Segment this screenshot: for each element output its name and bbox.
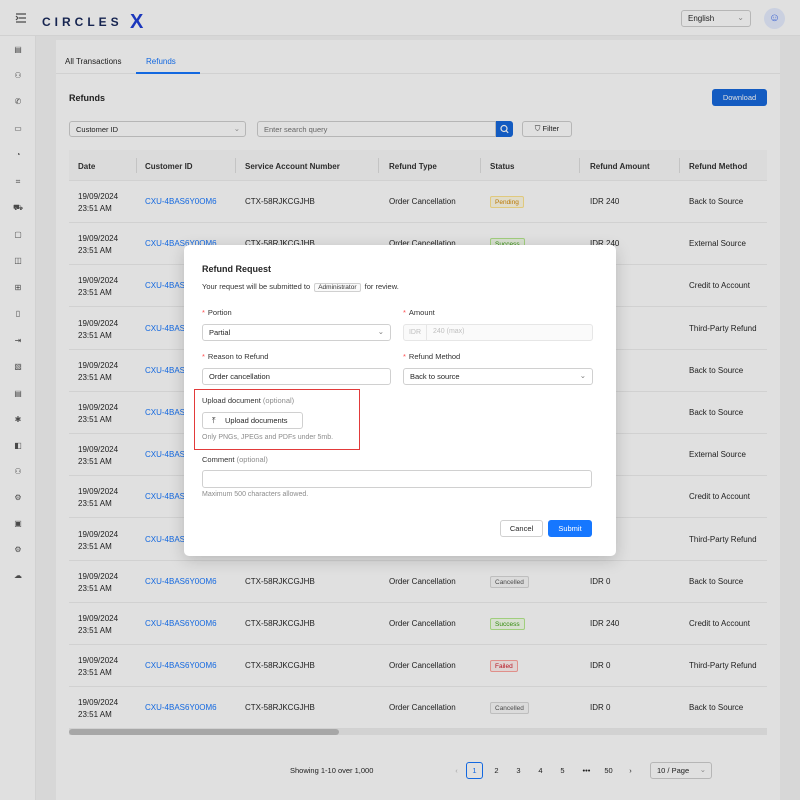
comment-label: Comment (optional): [202, 455, 268, 464]
cancel-button[interactable]: Cancel: [500, 520, 543, 537]
upload-icon: ⤒: [212, 416, 216, 425]
refund-request-modal: Refund Request Your request will be subm…: [184, 245, 616, 556]
submit-button[interactable]: Submit: [548, 520, 592, 537]
amount-placeholder: 240 (max): [433, 328, 465, 335]
modal-subtitle: Your request will be submitted to Admini…: [202, 282, 399, 292]
reason-input[interactable]: Order cancellation: [202, 368, 391, 385]
upload-hint: Only PNGs, JPEGs and PDFs under 5mb.: [202, 434, 334, 441]
chevron-down-icon: ⌄: [377, 327, 384, 336]
refund-method-label: * Refund Method: [403, 352, 461, 361]
reason-label: * Reason to Refund: [202, 352, 269, 361]
amount-input[interactable]: IDR 240 (max): [403, 324, 593, 341]
comment-input[interactable]: [202, 470, 592, 488]
modal-title: Refund Request: [202, 264, 272, 274]
amount-label: * Amount: [403, 308, 435, 317]
currency-prefix: IDR: [404, 325, 427, 340]
chevron-down-icon: ⌄: [579, 371, 586, 380]
portion-select[interactable]: Partial ⌄: [202, 324, 391, 341]
upload-label: Upload document (optional): [202, 396, 295, 405]
portion-label: * Portion: [202, 308, 232, 317]
refund-method-select[interactable]: Back to source ⌄: [403, 368, 593, 385]
comment-hint: Maximum 500 characters allowed.: [202, 491, 309, 498]
reviewer-tag: Administrator: [314, 283, 361, 292]
upload-documents-button[interactable]: ⤒ Upload documents: [202, 412, 303, 429]
